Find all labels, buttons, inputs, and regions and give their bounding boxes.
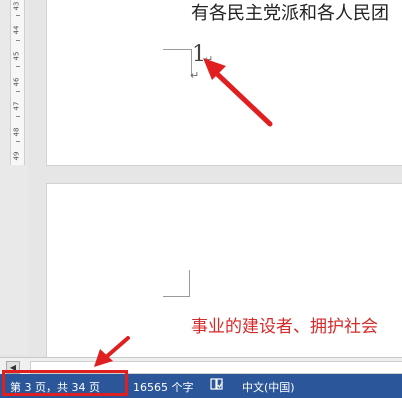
annotation-arrow-bottom	[94, 336, 130, 367]
